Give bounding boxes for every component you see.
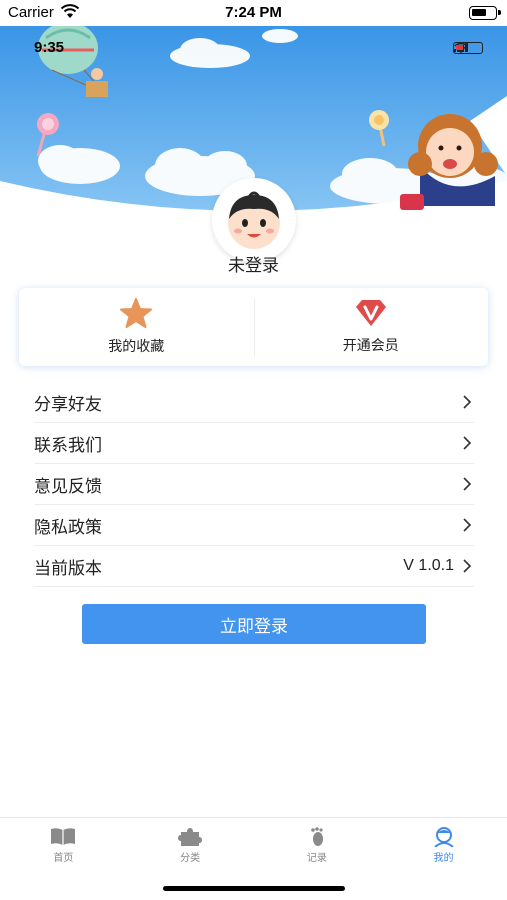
favorites-button[interactable]: 我的收藏 [19,288,254,366]
avatar[interactable] [212,178,296,262]
tab-label: 分类 [180,853,201,864]
version-value: V 1.0.1 [403,557,454,574]
clock: 7:24 PM [225,4,282,21]
inner-status-time: 9:35 [34,39,65,56]
user-icon [433,827,454,847]
menu-item-version[interactable]: 当前版本 V 1.0.1 [34,546,474,587]
menu-item-label: 意见反馈 [34,476,102,497]
chevron-right-icon [463,518,472,532]
chevron-right-icon [463,477,472,491]
footprint-icon [311,827,323,846]
tab-label: 首页 [53,853,74,864]
chevron-right-icon [463,559,472,573]
tab-label: 我的 [433,853,454,864]
tab-label: 记录 [306,853,327,864]
vip-diamond-icon [355,300,386,326]
tab-records[interactable]: 记录 [254,818,381,877]
puzzle-icon [178,828,203,846]
tab-home[interactable]: 首页 [0,818,127,877]
star-icon [120,298,153,328]
menu-item-label: 当前版本 [34,558,102,579]
tab-bar: 首页 分类 记录 我的 [0,817,507,877]
book-icon [51,828,76,845]
home-indicator[interactable] [163,886,345,891]
quick-actions-card: 我的收藏 开通会员 [19,288,488,366]
menu-item-label: 隐私政策 [34,517,102,538]
menu-item-feedback[interactable]: 意见反馈 [34,464,474,505]
chevron-right-icon [463,436,472,450]
tab-category[interactable]: 分类 [127,818,254,877]
status-bar: Carrier 7:24 PM [0,0,507,26]
favorites-label: 我的收藏 [108,339,165,355]
boy-avatar-icon [228,191,280,249]
menu-item-contact[interactable]: 联系我们 [34,423,474,464]
login-status: 未登录 [228,256,279,276]
menu-item-privacy[interactable]: 隐私政策 [34,505,474,546]
settings-menu: 分享好友 联系我们 意见反馈 隐私政策 当前版本 V 1.0.1 [34,382,474,587]
vip-button[interactable]: 开通会员 [253,288,489,366]
menu-item-share[interactable]: 分享好友 [34,382,474,423]
battery-low-icon [453,42,483,54]
battery-icon [469,6,501,20]
login-button[interactable]: 立即登录 [82,604,426,644]
menu-item-label: 分享好友 [34,394,102,415]
inner-status-icons [453,42,483,54]
vip-label: 开通会员 [342,338,399,354]
chevron-right-icon [463,395,472,409]
tab-mine[interactable]: 我的 [380,818,507,877]
menu-item-label: 联系我们 [34,435,102,456]
